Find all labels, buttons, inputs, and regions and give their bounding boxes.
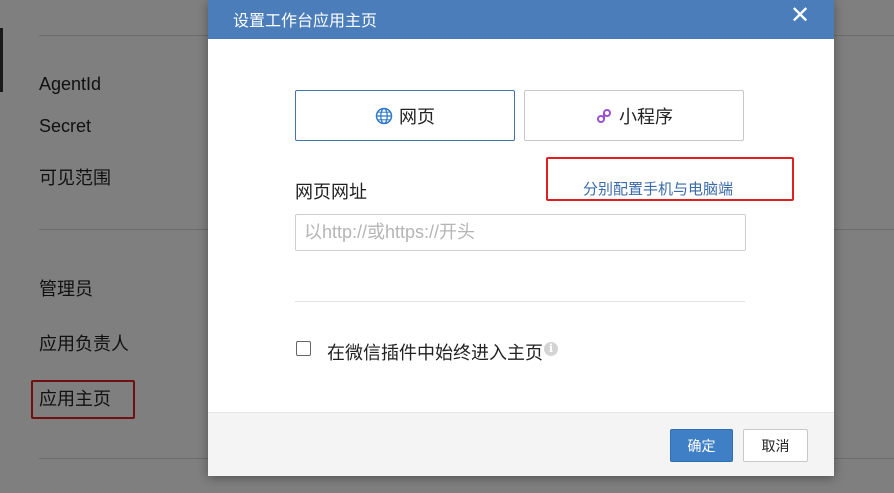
info-icon[interactable]: i <box>544 342 558 356</box>
mini-program-icon <box>597 108 611 123</box>
red-annotation-box <box>546 157 794 201</box>
mini-program-tab-label: 小程序 <box>619 106 673 127</box>
confirm-button[interactable]: 确定 <box>670 429 733 462</box>
always-enter-homepage-checkbox[interactable] <box>296 341 311 356</box>
always-enter-homepage-label[interactable]: 在微信插件中始终进入主页 <box>327 339 543 365</box>
dialog-header: 设置工作台应用主页 ✕ <box>208 0 834 39</box>
webpage-tab-button[interactable]: 网页 <box>295 90 515 141</box>
cancel-button[interactable]: 取消 <box>743 429 808 462</box>
dialog-footer: 确定 取消 <box>208 412 834 476</box>
homepage-settings-dialog: 设置工作台应用主页 ✕ 网页 小程序 网页网址 分别配置手机与电脑端 在微信插件… <box>208 0 834 476</box>
globe-icon <box>375 107 393 124</box>
dialog-divider <box>295 301 745 302</box>
webpage-tab-label: 网页 <box>399 106 435 127</box>
close-icon[interactable]: ✕ <box>790 4 810 28</box>
dialog-title: 设置工作台应用主页 <box>233 13 378 30</box>
mini-program-tab-button[interactable]: 小程序 <box>524 90 744 141</box>
url-input[interactable] <box>295 214 746 251</box>
url-field-label: 网页网址 <box>295 182 367 202</box>
